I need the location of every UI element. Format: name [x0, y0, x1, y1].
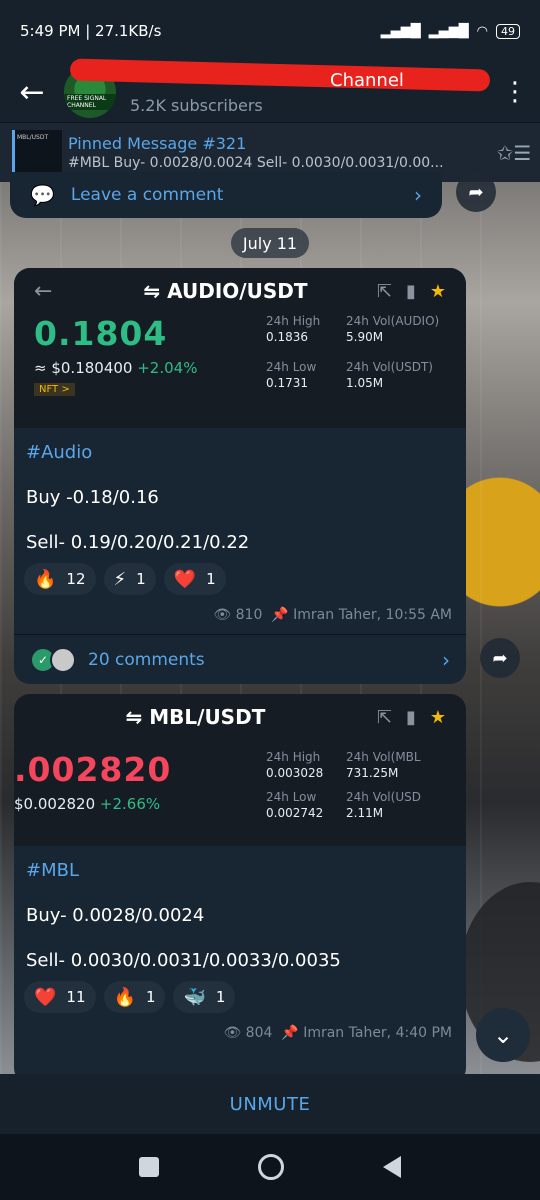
ticker-change: +2.66%: [99, 795, 161, 813]
nft-badge: NFT >: [34, 383, 75, 396]
chart-icon: ▮: [405, 706, 416, 728]
scroll-down-button[interactable]: ⌄: [476, 1008, 530, 1062]
external-link-icon: ⇱: [376, 706, 392, 728]
avatar-label: FREE SIGNAL CHANNEL: [64, 94, 116, 110]
post-meta: 👁 804 📌 Imran Taher, 4:40 PM: [223, 1025, 452, 1041]
status-time: 5:49 PM | 27.1KB/s: [20, 22, 162, 40]
comment-icon: 💬: [30, 183, 55, 207]
sell-line: Sell- 0.19/0.20/0.21/0.22: [26, 532, 250, 553]
ticker-stats: 24h High 0.003028 24h Vol(MBL 731.25M 24h …: [266, 750, 421, 820]
reaction-heart[interactable]: ❤️ 1: [163, 563, 226, 595]
reaction-fire[interactable]: 🔥 12: [24, 563, 96, 595]
chevron-down-icon: ⌄: [492, 1021, 514, 1049]
star-icon: ★: [429, 280, 446, 302]
ticker-price: .002820: [14, 750, 172, 789]
post-text: #Audio Buy -0.18/0.16 Sell- 0.19/0.20/0.…: [14, 428, 466, 553]
buy-line: Buy- 0.0028/0.0024: [26, 905, 205, 926]
share-button[interactable]: ➦: [456, 172, 496, 212]
ticker-price: 0.1804: [34, 314, 168, 353]
commenter-avatar: [50, 646, 76, 673]
pinned-thumbnail: MBL/USDT: [12, 129, 62, 176]
pinned-preview: #MBL Buy- 0.0028/0.0024 Sell- 0.0030/0.0…: [68, 155, 444, 171]
ticker-change: +2.04%: [137, 359, 198, 377]
signal-icon: ▂▄▆█: [380, 23, 421, 39]
channel-post[interactable]: ← ⇋ AUDIO/USDT ⇱ ▮ ★ 0.1804 ≈ $0.180400 …: [14, 268, 466, 684]
eye-icon: 👁: [213, 607, 232, 623]
pin-icon: 📌: [281, 1025, 299, 1041]
chart-icon: ▮: [405, 280, 416, 302]
more-vertical-icon: ⋮: [502, 77, 528, 107]
ticker-screenshot[interactable]: ← ⇋ AUDIO/USDT ⇱ ▮ ★ 0.1804 ≈ $0.180400 …: [14, 268, 466, 428]
reactions-row: ❤️ 11 🔥 1 🐳 1: [14, 971, 466, 1013]
external-link-icon: ⇱: [376, 280, 392, 302]
more-menu-button[interactable]: ⋮: [490, 77, 540, 107]
share-icon: ➦: [492, 647, 508, 669]
channel-post[interactable]: ⇋ MBL/USDT ⇱ ▮ ★ .002820 $0.002820 +2.66…: [14, 694, 466, 1084]
reaction-lightning[interactable]: ⚡ 1: [103, 563, 156, 595]
chat-header: ← FREE SIGNAL CHANNEL Channel 5.2K subsc…: [0, 58, 540, 122]
channel-title: Channel: [69, 58, 491, 92]
pinned-title: Pinned Message #321: [68, 134, 247, 153]
star-icon: ★: [429, 706, 446, 728]
ticker-fiat: $0.002820 +2.66%: [14, 795, 161, 813]
recents-button[interactable]: [139, 1157, 160, 1177]
ticker-fiat: ≈ $0.180400 +2.04%: [34, 359, 198, 377]
hashtag-link[interactable]: #MBL: [26, 860, 454, 881]
redaction-mark: [69, 58, 491, 91]
ticker-stats: 24h High 0.1836 24h Vol(AUDIO) 5.90M 24h L…: [266, 314, 440, 390]
date-separator: July 11: [231, 228, 309, 258]
share-button[interactable]: ➦: [480, 638, 520, 678]
channel-info[interactable]: Channel 5.2K subscribers: [69, 58, 491, 115]
subscriber-count: 5.2K subscribers: [130, 95, 263, 115]
system-nav-bar: [0, 1134, 540, 1200]
ticker-pair: ⇋ MBL/USDT: [125, 705, 266, 729]
battery-icon: 49: [496, 23, 520, 39]
pin-list-icon[interactable]: ✩☰: [488, 141, 540, 165]
comments-count: 20 comments: [88, 649, 205, 670]
comments-bar[interactable]: ✓ 20 comments ›: [14, 634, 466, 684]
ticker-screenshot[interactable]: ⇋ MBL/USDT ⇱ ▮ ★ .002820 $0.002820 +2.66…: [14, 694, 466, 846]
prev-message-comments[interactable]: 💬 Leave a comment ›: [10, 172, 442, 218]
back-nav-button[interactable]: [382, 1156, 401, 1178]
reaction-fire[interactable]: 🔥 1: [103, 981, 166, 1013]
chevron-right-icon: ›: [442, 647, 450, 672]
wifi-icon: ◠: [476, 23, 488, 39]
back-arrow-icon: ←: [19, 74, 45, 110]
share-icon: ➦: [468, 181, 484, 203]
sell-line: Sell- 0.0030/0.0031/0.0033/0.0035: [26, 950, 341, 971]
chevron-right-icon: ›: [414, 183, 422, 207]
ticker-pair: ⇋ AUDIO/USDT: [143, 279, 308, 303]
back-arrow-icon: ←: [34, 278, 53, 304]
reactions-row: 🔥 12 ⚡ 1 ❤️ 1: [14, 553, 466, 595]
unmute-button[interactable]: UNMUTE: [0, 1074, 540, 1134]
reaction-heart[interactable]: ❤️ 11: [24, 981, 96, 1013]
post-meta: 👁 810 📌 Imran Taher, 10:55 AM: [213, 607, 452, 623]
eye-icon: 👁: [223, 1025, 242, 1041]
signal-icon-2: ▂▄▆█: [428, 23, 469, 39]
leave-comment-link: Leave a comment: [70, 185, 224, 205]
buy-line: Buy -0.18/0.16: [26, 487, 159, 508]
home-button[interactable]: [257, 1154, 284, 1180]
pin-icon: 📌: [271, 607, 289, 623]
hashtag-link[interactable]: #Audio: [26, 442, 454, 463]
post-text: #MBL Buy- 0.0028/0.0024 Sell- 0.0030/0.0…: [14, 846, 466, 971]
reaction-whale[interactable]: 🐳 1: [173, 981, 236, 1013]
back-button[interactable]: ←: [0, 62, 64, 122]
status-bar: 5:49 PM | 27.1KB/s ▂▄▆█ ▂▄▆█ ◠ 49: [0, 0, 540, 62]
